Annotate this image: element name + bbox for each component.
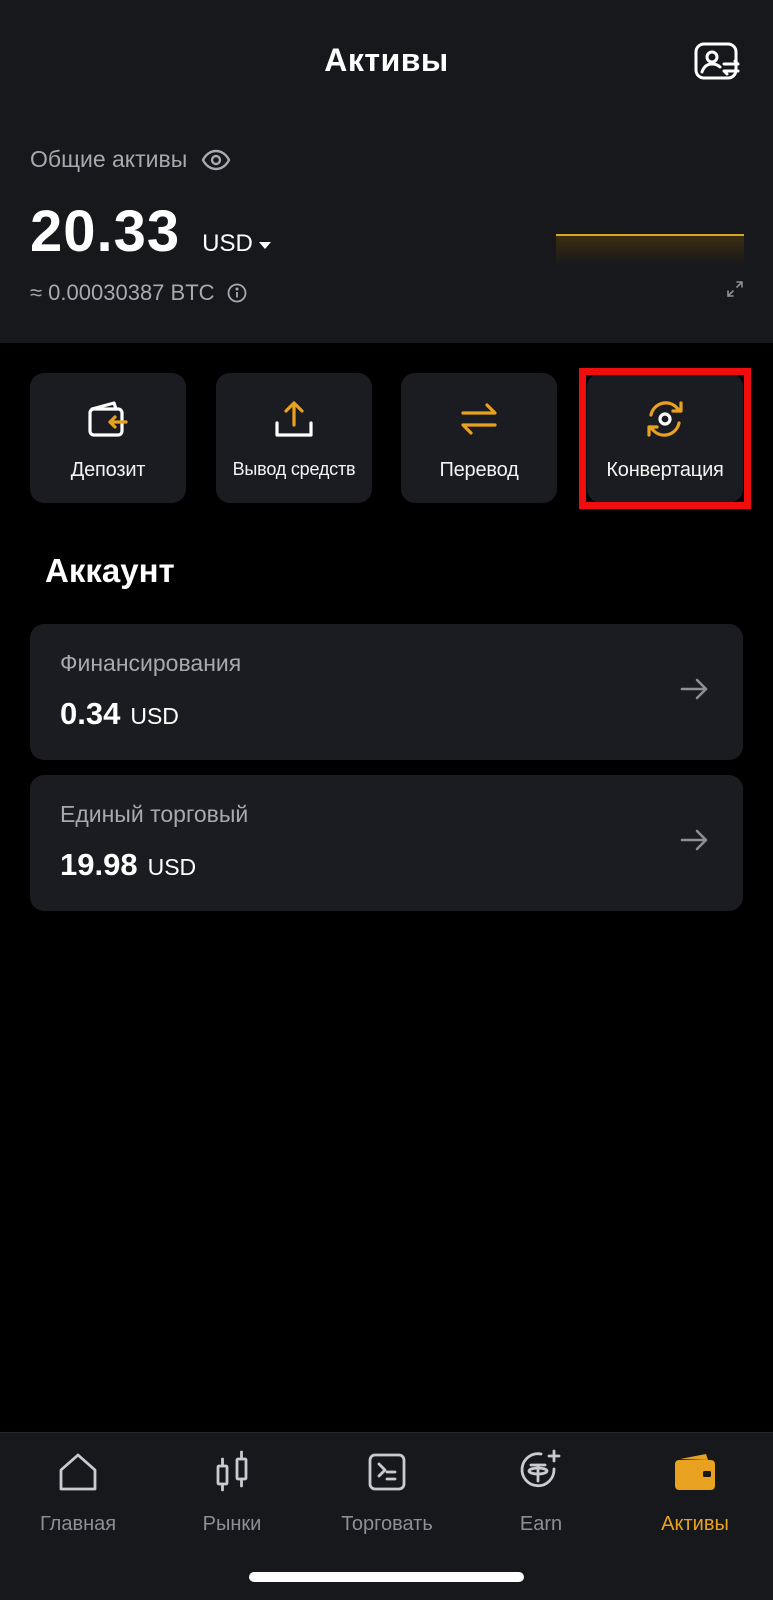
nav-label: Торговать: [341, 1513, 433, 1535]
btc-equivalent: ≈ 0.00030387 BTC: [30, 280, 215, 305]
account-value: 0.34: [60, 696, 121, 731]
home-icon: [59, 1453, 97, 1491]
nav-item-home[interactable]: Главная: [8, 1449, 148, 1536]
convert-button[interactable]: Конвертация: [587, 373, 743, 503]
action-label: Конвертация: [606, 459, 724, 481]
nav-label: Главная: [39, 1513, 117, 1535]
caret-down-icon: [258, 241, 271, 249]
account-card-unified-trading[interactable]: Единый торговый 19.98 USD: [30, 775, 743, 911]
info-icon[interactable]: [227, 283, 247, 303]
home-indicator: [249, 1572, 524, 1582]
account-name: Финансирования: [60, 650, 242, 676]
nav-item-earn[interactable]: Earn: [471, 1449, 611, 1536]
header: Активы Общие активы 20.33 USD ≈ 0.000303…: [0, 0, 773, 343]
total-balance: 20.33: [30, 199, 181, 264]
section-title: Аккаунт: [45, 552, 175, 589]
withdraw-icon: [275, 401, 313, 437]
arrow-right-icon: [679, 825, 709, 855]
eye-icon[interactable]: [201, 148, 231, 172]
earn-icon: [520, 1449, 561, 1488]
account-currency: USD: [130, 703, 179, 729]
nav-item-markets[interactable]: Рынки: [162, 1449, 302, 1536]
account-card-funding[interactable]: Финансирования 0.34 USD: [30, 624, 743, 760]
currency-label: USD: [202, 230, 253, 257]
trade-icon: [368, 1453, 406, 1491]
action-label: Перевод: [439, 459, 519, 481]
transfer-button[interactable]: Перевод: [401, 373, 557, 503]
deposit-icon: [88, 401, 128, 437]
nav-item-assets[interactable]: Активы: [625, 1449, 765, 1536]
nav-label: Рынки: [202, 1513, 262, 1535]
action-label: Вывод средств: [232, 459, 356, 479]
currency-select[interactable]: USD: [202, 230, 271, 258]
transfer-icon: [461, 403, 497, 435]
account-name: Единый торговый: [60, 801, 249, 827]
markets-icon: [216, 1450, 248, 1492]
balance-sparkline: [556, 228, 744, 268]
nav-label: Earn: [519, 1513, 563, 1535]
account-value: 19.98: [60, 847, 138, 882]
account-currency: USD: [147, 854, 197, 880]
quick-actions: Депозит Вывод средств Перевод Конвертаци…: [30, 368, 751, 509]
expand-icon[interactable]: [726, 280, 744, 298]
action-label: Депозит: [70, 459, 146, 481]
total-assets-label: Общие активы: [30, 146, 188, 172]
profile-switch-button[interactable]: [693, 40, 743, 84]
wallet-icon: [675, 1454, 715, 1490]
arrow-right-icon: [679, 674, 709, 704]
deposit-button[interactable]: Депозит: [30, 373, 186, 503]
page-title: Активы: [324, 42, 449, 78]
withdraw-button[interactable]: Вывод средств: [216, 373, 372, 503]
profile-switch-icon: [694, 42, 740, 80]
nav-label: Активы: [661, 1513, 729, 1535]
nav-item-trade[interactable]: Торговать: [317, 1449, 457, 1536]
convert-icon: [647, 401, 683, 437]
